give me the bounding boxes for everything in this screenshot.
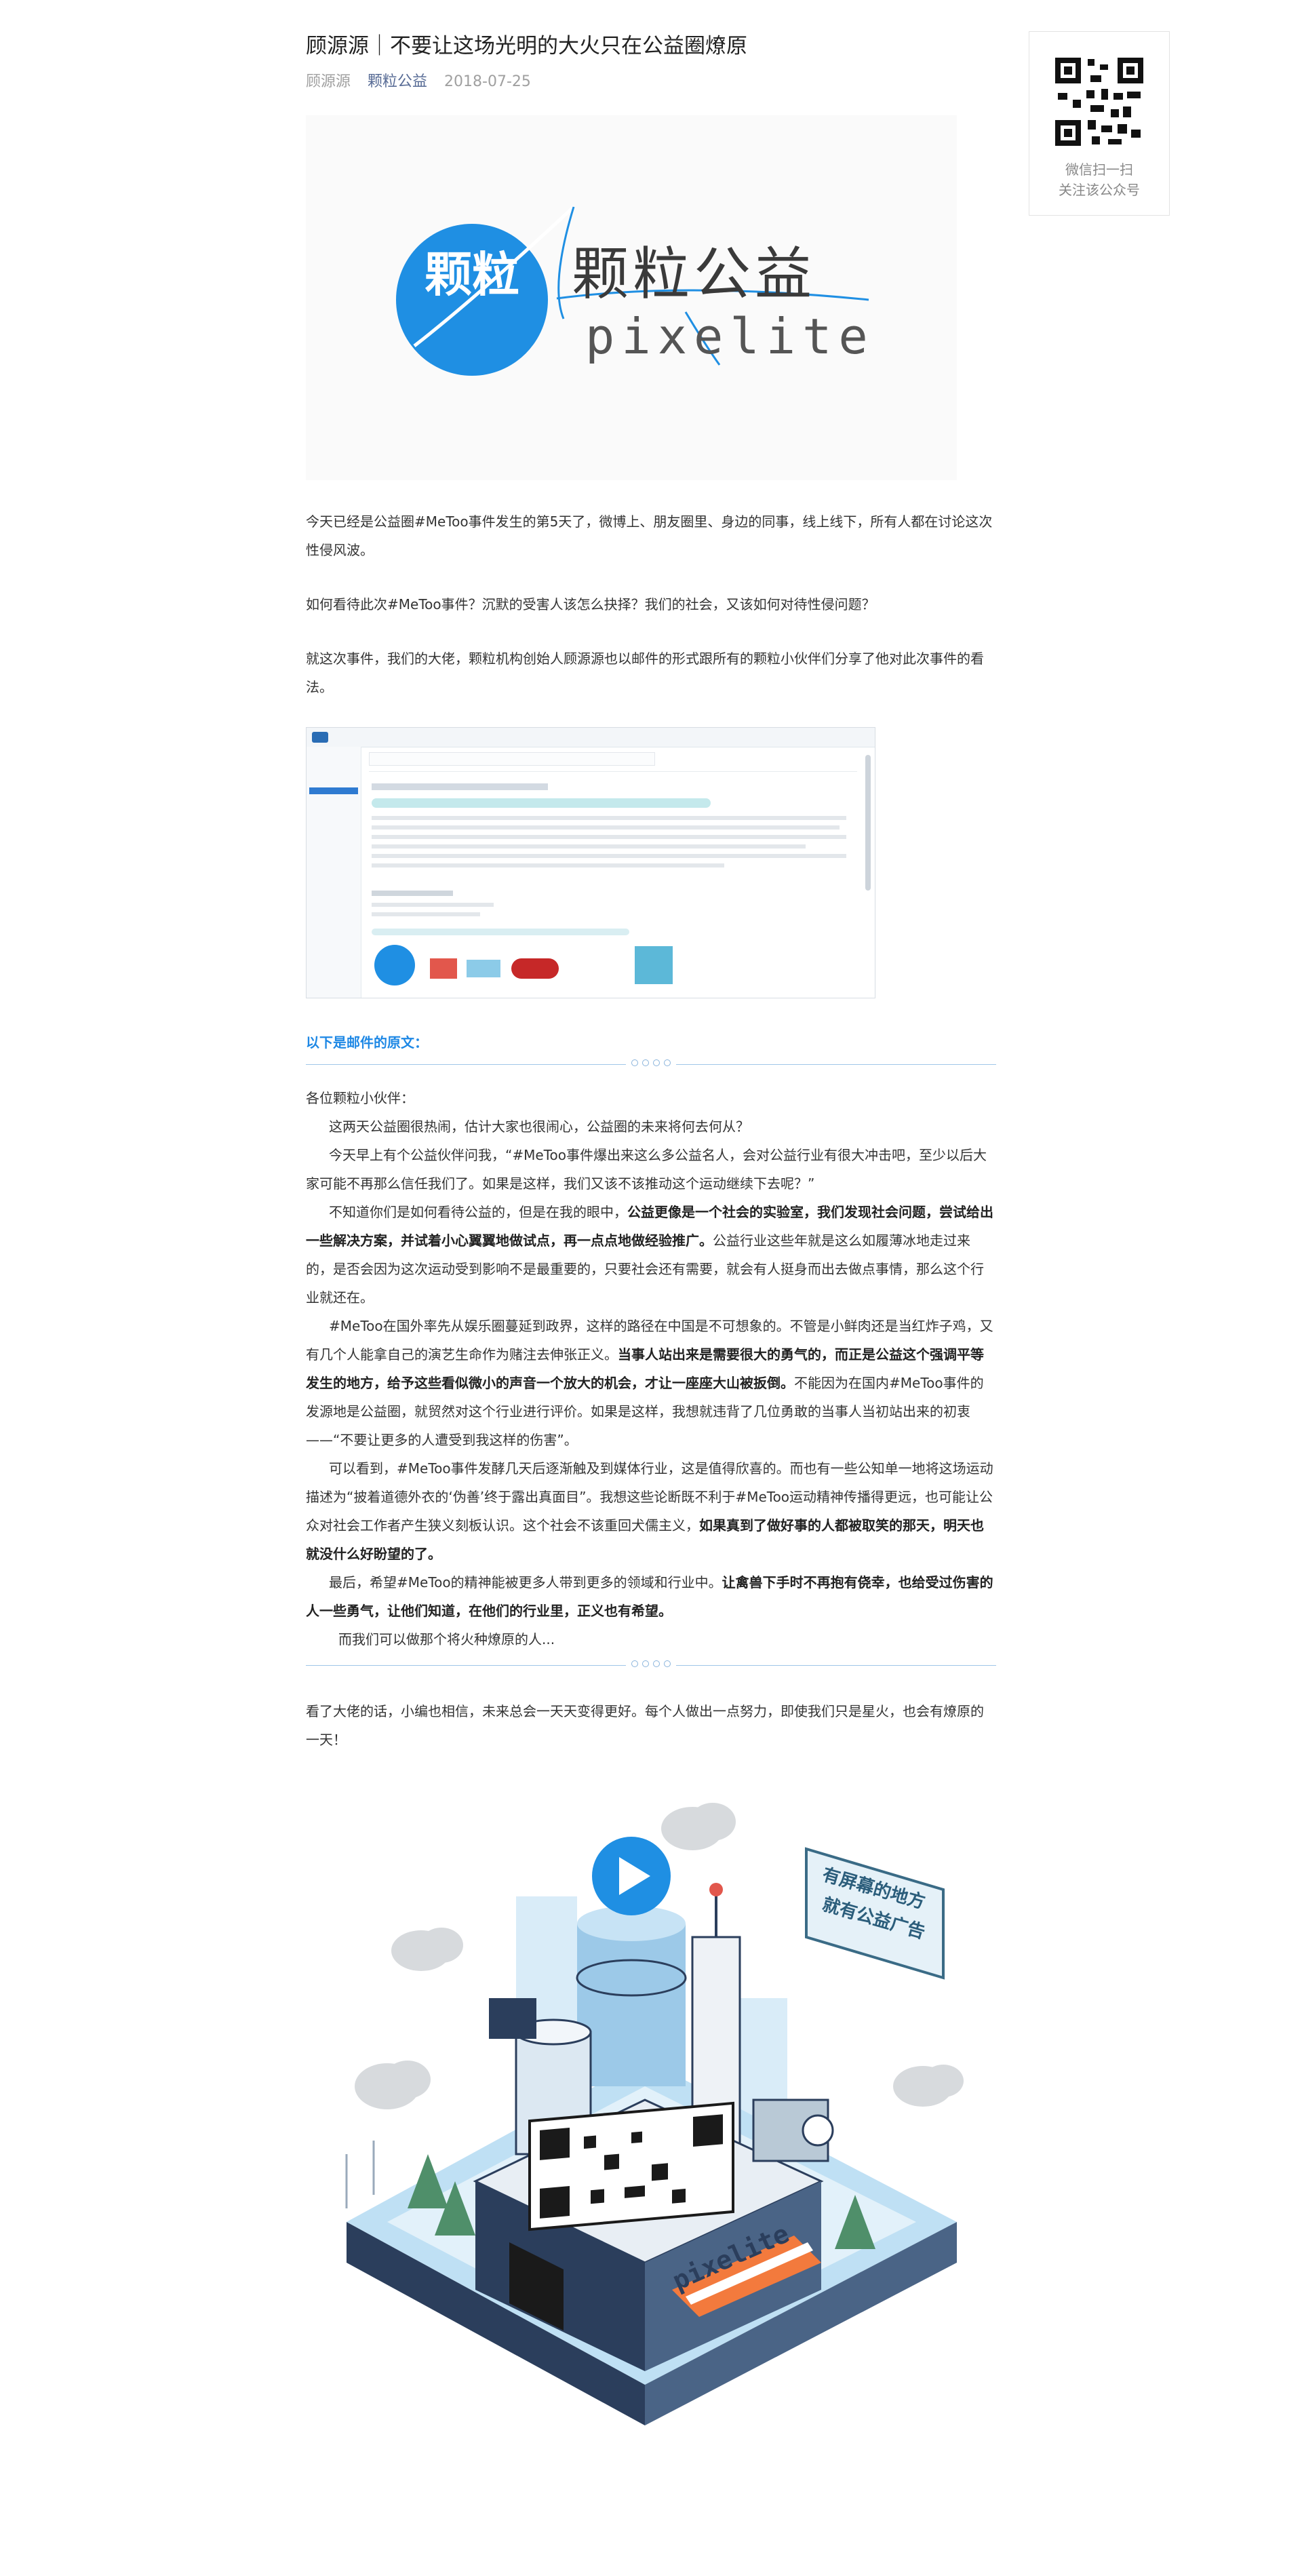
article-title: 顾源源｜不要让这场光明的大火只在公益圈燎原 [306,34,747,58]
poster-illustration: 有屏幕的地方 就有公益广告 pixelite [306,1774,996,2473]
letter-paragraph-6: 最后，希望#MeToo的精神能被更多人带到更多的领域和行业中。让禽兽下手时不再抱… [306,1568,996,1625]
letter-paragraph-7: 而我们可以做那个将火种燎原的人... [338,1631,555,1647]
letter-greeting: 各位颗粒小伙伴： [306,1090,414,1106]
letter-paragraph-4: #MeToo在国外率先从娱乐圈蔓延到政界，这样的路径在中国是不可想象的。不管是小… [306,1312,996,1454]
email-heading: 以下是邮件的原文： [306,1034,428,1051]
article: 顾源源｜不要让这场光明的大火只在公益圈燎原 顾源源 颗粒公益 2018-07-2… [306,31,996,2473]
logo-cn-name: 颗粒公益 [572,241,816,307]
logo-en-name: pixelite [585,308,875,365]
qr-caption-scan: 微信扫一扫 [1065,161,1133,178]
letter-paragraph-2: 今天早上有个公益伙伴问我，“#MeToo事件爆出来这么多公益名人，会对公益行业有… [306,1147,987,1192]
author-name: 顾源源 [306,73,351,90]
logo-banner: 颗粒 颗粒公益 pixelite [306,115,957,480]
letter-paragraph-5: 可以看到，#MeToo事件发酵几天后逐渐触及到媒体行业，这是值得欣喜的。而也有一… [306,1454,996,1568]
section-divider-bottom [306,1660,996,1670]
article-meta: 顾源源 颗粒公益 2018-07-25 [306,72,996,92]
logo-circle-text: 颗粒 [425,247,519,303]
section-divider-top [306,1059,996,1069]
email-screenshot [306,727,875,998]
closing-paragraph: 看了大佬的话，小编也相信，未来总会一天天变得更好。每个人做出一点努力，即使我们只… [306,1703,984,1748]
letter-paragraph-1: 这两天公益圈很热闹，估计大家也很闹心，公益圈的未来将何去何从？ [329,1118,749,1135]
intro-paragraph-2: 如何看待此次#MeToo事件？沉默的受害人该怎么抉择？我们的社会，又该如何对待性… [306,596,875,612]
intro-paragraph-1: 今天已经是公益圈#MeToo事件发生的第5天了，微博上、朋友圈里、身边的同事，线… [306,513,993,558]
intro-paragraph-3: 就这次事件，我们的大佬，颗粒机构创始人顾源源也以邮件的形式跟所有的颗粒小伙伴们分… [306,650,984,695]
letter-p6-lead: 最后，希望#MeToo的精神能被更多人带到更多的领域和行业中。 [329,1574,722,1591]
qr-code-icon[interactable] [1052,55,1146,149]
publish-date: 2018-07-25 [444,73,531,90]
qr-caption-follow: 关注该公众号 [1059,182,1140,198]
clapperboard-icon [489,1998,536,2039]
letter-paragraph-3: 不知道你们是如何看待公益的，但是在我的眼中，公益更像是一个社会的实验室，我们发现… [306,1198,996,1312]
account-link[interactable]: 颗粒公益 [368,73,427,90]
letter-p3-lead: 不知道你们是如何看待公益的，但是在我的眼中， [329,1204,627,1220]
qr-follow-box: 微信扫一扫 关注该公众号 [1029,31,1170,216]
